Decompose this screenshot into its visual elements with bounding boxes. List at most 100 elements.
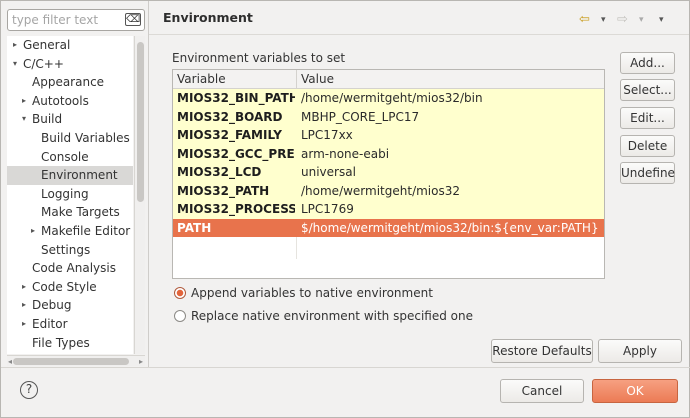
apply-button[interactable]: Apply xyxy=(598,339,682,363)
value-cell: $/home/wermitgeht/mios32/bin:${env_var:P… xyxy=(301,220,599,235)
variable-cell: MIOS32_GCC_PREFIX xyxy=(177,146,295,161)
tree-item-general[interactable]: ▸ General xyxy=(7,36,133,55)
tree-item-label: C/C++ xyxy=(23,56,64,71)
table-row[interactable]: MIOS32_GCC_PREFIX arm-none-eabi xyxy=(173,144,604,163)
variable-cell: MIOS32_PATH xyxy=(177,183,270,198)
tree-item-label: Environment xyxy=(41,168,118,183)
environment-variables-table[interactable]: Variable Value MIOS32_BIN_PATH /home/wer… xyxy=(172,69,605,279)
tree-item-label: Make Targets xyxy=(41,205,120,220)
page-navigation: ⇦ ▾ ⇨ ▾ ▾ xyxy=(579,11,679,29)
tree-vertical-scrollbar[interactable] xyxy=(134,36,145,354)
restore-defaults-button[interactable]: Restore Defaults xyxy=(491,339,593,363)
back-arrow-icon[interactable]: ⇦ xyxy=(579,11,590,29)
edit-button[interactable]: Edit... xyxy=(620,107,675,129)
tree-item-label: Console xyxy=(41,149,89,164)
ok-button[interactable]: OK xyxy=(592,379,678,403)
forward-arrow-icon[interactable]: ⇨ xyxy=(617,11,628,29)
value-cell: /home/wermitgeht/mios32 xyxy=(301,183,460,198)
expand-icon[interactable]: ▸ xyxy=(19,296,29,314)
tree-item-environment[interactable]: Environment xyxy=(7,166,133,185)
expand-icon[interactable]: ▸ xyxy=(19,315,29,333)
radio-button-checked[interactable] xyxy=(174,287,186,299)
radio-label: Replace native environment with specifie… xyxy=(191,309,473,323)
tree-item-label: Code Analysis xyxy=(32,261,116,276)
tree-item-label: General xyxy=(23,38,71,52)
tree-item-appearance[interactable]: Appearance xyxy=(7,73,133,92)
cancel-button[interactable]: Cancel xyxy=(500,379,584,403)
tree-item-settings[interactable]: Settings xyxy=(7,241,133,260)
preference-tree-pane: ⌫ ▸ General ▾ C/C++ Appearance ▸ Autotoo… xyxy=(3,3,146,367)
tree-item-label: Settings xyxy=(41,242,91,257)
radio-label: Append variables to native environment xyxy=(191,286,433,300)
table-row[interactable]: MIOS32_BIN_PATH /home/wermitgeht/mios32/… xyxy=(173,89,604,108)
tree-item-console[interactable]: Console xyxy=(7,148,133,167)
tree-item-label: Editor xyxy=(32,317,68,331)
preference-tree: ▸ General ▾ C/C++ Appearance ▸ Autotools… xyxy=(7,36,133,354)
table-row[interactable]: MIOS32_LCD universal xyxy=(173,163,604,182)
button-bar-separator xyxy=(1,367,690,368)
value-cell: MBHP_CORE_LPC17 xyxy=(301,109,420,124)
preferences-window: ⌫ ▸ General ▾ C/C++ Appearance ▸ Autotoo… xyxy=(0,0,690,418)
tree-item-file-types[interactable]: File Types xyxy=(7,334,133,353)
view-menu-icon[interactable]: ▾ xyxy=(659,11,664,29)
tree-item-label: Debug xyxy=(32,298,72,313)
table-row-selected[interactable]: PATH $/home/wermitgeht/mios32/bin:${env_… xyxy=(173,218,604,237)
tree-item-makefile-editor[interactable]: ▸ Makefile Editor xyxy=(7,222,133,241)
collapse-icon[interactable]: ▾ xyxy=(19,110,29,128)
collapse-icon[interactable]: ▾ xyxy=(10,55,20,73)
filter-field[interactable]: ⌫ xyxy=(7,9,145,31)
clear-filter-icon[interactable]: ⌫ xyxy=(125,13,141,26)
tree-item-editor[interactable]: ▸ Editor xyxy=(7,315,133,334)
tree-item-logging[interactable]: Logging xyxy=(7,185,133,204)
expand-icon[interactable]: ▸ xyxy=(10,36,20,54)
table-row[interactable]: MIOS32_FAMILY LPC17xx xyxy=(173,126,604,145)
select-button[interactable]: Select... xyxy=(620,79,675,101)
forward-menu-icon[interactable]: ▾ xyxy=(639,11,644,29)
page-title: Environment xyxy=(163,10,253,25)
tree-item-label: Makefile Editor xyxy=(41,224,131,238)
filter-input[interactable] xyxy=(8,10,120,30)
tree-item-debug[interactable]: ▸ Debug xyxy=(7,296,133,315)
expand-icon[interactable]: ▸ xyxy=(19,92,29,110)
tree-item-build-variables[interactable]: Build Variables xyxy=(7,129,133,148)
tree-item-label: Code Style xyxy=(32,279,97,294)
variable-cell: MIOS32_LCD xyxy=(177,165,262,179)
tree-item-make-targets[interactable]: Make Targets xyxy=(7,203,133,222)
tree-item-code-style[interactable]: ▸ Code Style xyxy=(7,278,133,297)
tree-horizontal-scrollbar[interactable]: ◂ ▸ xyxy=(7,355,145,366)
back-menu-icon[interactable]: ▾ xyxy=(601,11,606,29)
tree-item-code-analysis[interactable]: Code Analysis xyxy=(7,259,133,278)
expand-icon[interactable]: ▸ xyxy=(28,222,38,240)
expand-icon[interactable]: ▸ xyxy=(19,278,29,296)
scroll-left-icon[interactable]: ◂ xyxy=(8,357,12,366)
variable-cell: MIOS32_PROCESSOR xyxy=(177,202,295,216)
value-cell: LPC1769 xyxy=(301,202,354,216)
environment-page: Environment ⇦ ▾ ⇨ ▾ ▾ Environment variab… xyxy=(149,1,689,367)
scrollbar-thumb[interactable] xyxy=(13,358,129,365)
variable-cell: PATH xyxy=(177,220,212,235)
delete-button[interactable]: Delete xyxy=(620,135,675,157)
value-cell: /home/wermitgeht/mios32/bin xyxy=(301,91,483,105)
table-row[interactable]: MIOS32_PATH /home/wermitgeht/mios32 xyxy=(173,181,604,200)
title-separator xyxy=(149,34,689,35)
table-row[interactable]: MIOS32_PROCESSOR LPC1769 xyxy=(173,200,604,219)
add-button[interactable]: Add... xyxy=(620,52,675,74)
value-cell: arm-none-eabi xyxy=(301,146,390,161)
column-header-variable[interactable]: Variable xyxy=(173,70,296,89)
tree-item-label: Build Variables xyxy=(41,131,130,145)
tree-item-label: Autotools xyxy=(32,93,89,108)
scroll-right-icon[interactable]: ▸ xyxy=(139,357,143,366)
tree-item-build[interactable]: ▾ Build xyxy=(7,110,133,129)
tree-item-label: File Types xyxy=(32,335,90,350)
variable-cell: MIOS32_BIN_PATH xyxy=(177,91,295,105)
tree-item-cpp[interactable]: ▾ C/C++ xyxy=(7,55,133,74)
radio-button-unchecked[interactable] xyxy=(174,310,186,322)
help-icon[interactable]: ? xyxy=(20,381,38,399)
column-header-value[interactable]: Value xyxy=(296,70,604,89)
tree-item-label: Appearance xyxy=(32,75,105,90)
table-row[interactable]: MIOS32_BOARD MBHP_CORE_LPC17 xyxy=(173,107,604,126)
tree-item-autotools[interactable]: ▸ Autotools xyxy=(7,92,133,111)
undefine-button[interactable]: Undefine xyxy=(620,162,675,184)
scrollbar-thumb[interactable] xyxy=(137,42,144,202)
tree-item-label: Logging xyxy=(41,186,89,201)
